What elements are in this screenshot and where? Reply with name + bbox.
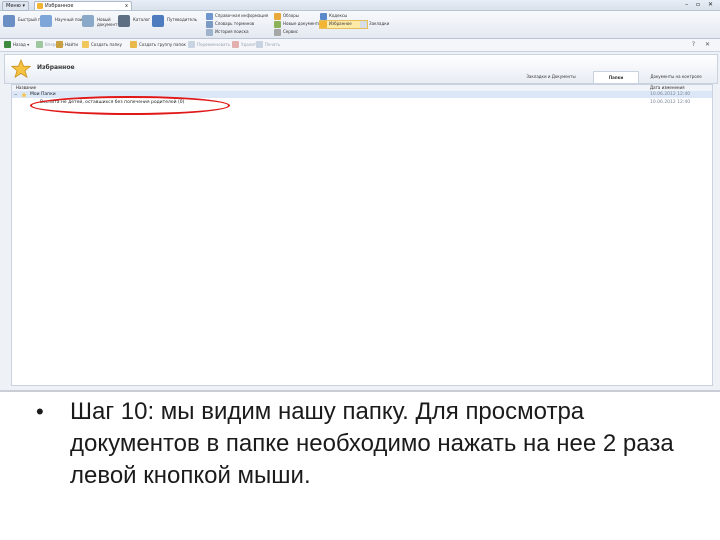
arrow-right-icon xyxy=(36,41,43,48)
search-history-button[interactable]: История поиска xyxy=(206,29,277,36)
toolbar: Назад ▾ Вперёд ▾ Найти Создать папку Соз… xyxy=(0,39,720,52)
new-documents-label: Новые документы xyxy=(283,21,322,26)
bookmarks-button[interactable]: Закладки xyxy=(360,21,403,28)
create-folder-group-button[interactable]: Создать группу папок xyxy=(130,39,186,51)
reference-icon xyxy=(206,13,213,20)
window-controls[interactable]: – ▫ ✕ xyxy=(685,1,716,9)
new-document-button[interactable]: Новый документ xyxy=(82,15,122,31)
back-label: Назад ▾ xyxy=(13,42,30,47)
folder-date: 10.06.2012 12:40 xyxy=(650,92,691,97)
reference-label: Справочная информация xyxy=(215,13,269,18)
find-label: Найти xyxy=(65,42,78,47)
favorites-header: Избранное Закладки и Документы Папки Док… xyxy=(4,54,718,84)
quick-search-icon xyxy=(3,15,15,27)
arrow-left-icon xyxy=(4,41,11,48)
back-button[interactable]: Назад ▾ xyxy=(4,39,29,51)
quick-search-button[interactable]: Быстрый поиск xyxy=(3,15,50,31)
star-icon xyxy=(37,3,43,9)
page-title: Избранное xyxy=(37,64,75,71)
dictionary-icon xyxy=(206,21,213,28)
delete-icon xyxy=(232,41,239,48)
caption-text: Шаг 10: мы видим нашу папку. Для просмот… xyxy=(70,398,674,489)
find-button[interactable]: Найти xyxy=(56,39,78,51)
star-icon xyxy=(21,92,27,98)
folder-name: Мои Папки xyxy=(30,92,56,97)
catalog-button[interactable]: Каталог xyxy=(118,15,154,31)
close-tab-icon[interactable]: x xyxy=(125,2,128,10)
menu-button[interactable]: Меню ▾ xyxy=(2,1,29,11)
folders-table: Название Дата изменения − Мои Папки 10.0… xyxy=(11,84,713,386)
collapse-icon[interactable]: − xyxy=(14,91,17,98)
gear-icon xyxy=(274,29,281,36)
bookmarks-label: Закладки xyxy=(369,21,390,26)
folder-group-icon xyxy=(130,41,137,48)
advanced-search-icon xyxy=(40,15,52,27)
rename-button[interactable]: Переименовать xyxy=(188,39,230,51)
folder-add-icon xyxy=(82,41,89,48)
dictionary-label: Словарь терминов xyxy=(215,21,255,26)
rename-label: Переименовать xyxy=(197,42,231,47)
bullet: • xyxy=(36,399,44,424)
reviews-label: Обзоры xyxy=(283,13,299,18)
reviews-icon xyxy=(274,13,281,20)
print-icon xyxy=(256,41,263,48)
create-folder-label: Создать папку xyxy=(91,42,123,47)
document-icon xyxy=(82,15,94,27)
tab-folders[interactable]: Папки xyxy=(593,71,639,83)
tab-label: Избранное xyxy=(45,3,74,9)
guide-label: Путеводитель xyxy=(167,17,198,22)
history-icon xyxy=(206,29,213,36)
tab-controlled-documents[interactable]: Документы на контроле xyxy=(641,71,711,82)
favorites-label: Избранное xyxy=(329,21,352,26)
reviews-button[interactable]: Обзоры xyxy=(274,13,321,20)
help-close-buttons[interactable]: ? ✕ xyxy=(692,39,714,51)
dictionary-button[interactable]: Словарь терминов xyxy=(206,21,277,28)
new-documents-icon xyxy=(274,21,281,28)
service-label: Сервис xyxy=(283,29,298,34)
guide-icon xyxy=(152,15,164,27)
star-icon xyxy=(11,59,31,79)
guide-button[interactable]: Путеводитель xyxy=(152,15,198,31)
advanced-search-button[interactable]: Научный поиск xyxy=(40,15,87,31)
create-folder-button[interactable]: Создать папку xyxy=(82,39,122,51)
print-button[interactable]: Печать xyxy=(256,39,280,51)
ribbon: Быстрый поиск Научный поиск Новый докуме… xyxy=(0,11,720,39)
star-icon xyxy=(320,21,327,28)
tab-favorites[interactable]: Избранное x xyxy=(34,1,132,10)
app-screenshot: Меню ▾ Избранное x – ▫ ✕ Быстрый поиск Н… xyxy=(0,0,720,392)
rename-icon xyxy=(188,41,195,48)
highlight-ellipse xyxy=(30,96,230,115)
codes-label: Кодексы xyxy=(329,13,348,18)
print-label: Печать xyxy=(265,42,280,47)
codes-button[interactable]: Кодексы xyxy=(320,13,389,20)
search-history-label: История поиска xyxy=(215,29,249,34)
delete-button[interactable]: Удалить xyxy=(232,39,259,51)
bookmark-icon xyxy=(360,21,367,28)
search-icon xyxy=(56,41,63,48)
service-button[interactable]: Сервис xyxy=(274,29,317,36)
title-bar: Меню ▾ Избранное x – ▫ ✕ xyxy=(0,0,720,11)
catalog-icon xyxy=(118,15,130,27)
tab-bookmarks-documents[interactable]: Закладки и Документы xyxy=(513,71,589,82)
create-folder-group-label: Создать группу папок xyxy=(139,42,186,47)
folder-date: 10.06.2012 12:40 xyxy=(650,100,691,105)
codes-icon xyxy=(320,13,327,20)
